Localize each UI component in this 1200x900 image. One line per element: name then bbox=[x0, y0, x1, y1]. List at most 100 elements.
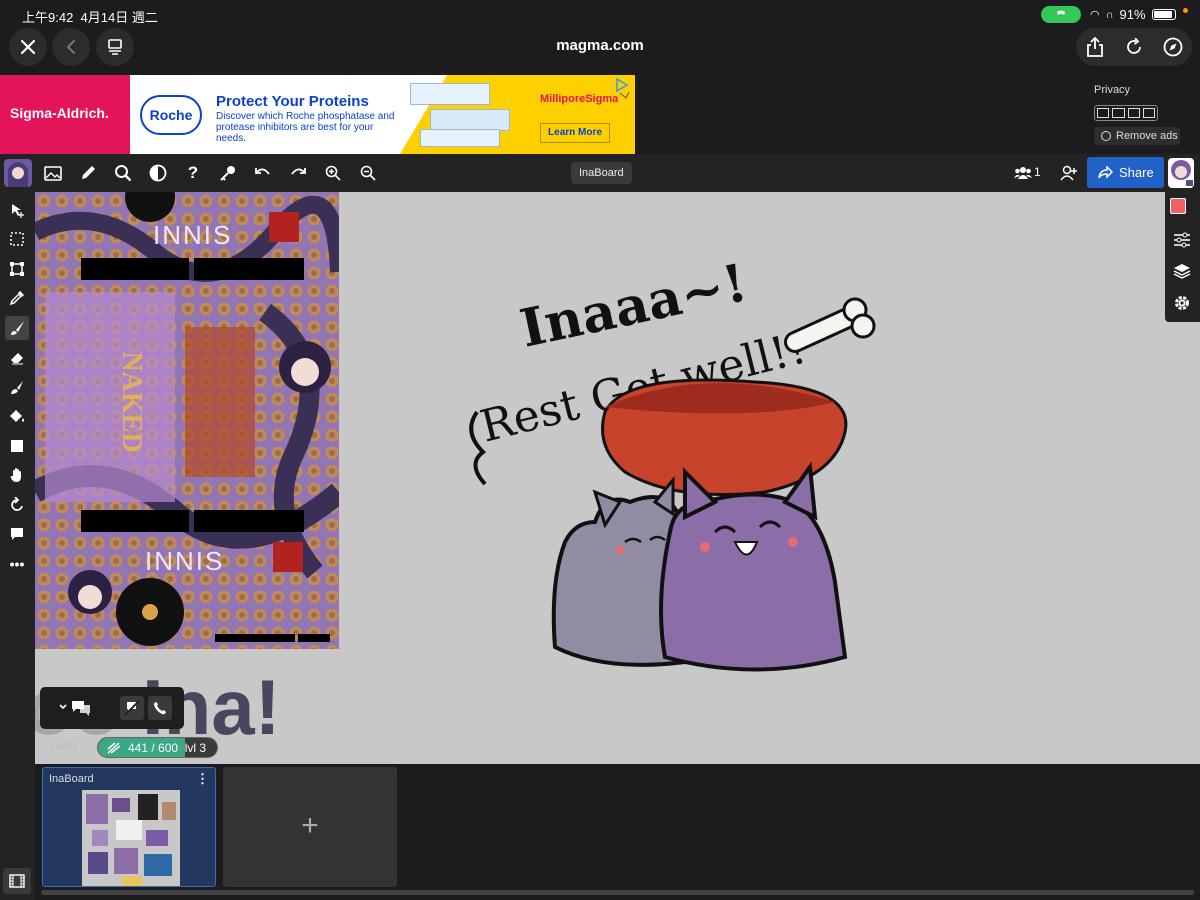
learn-more-button[interactable]: Learn More bbox=[540, 123, 610, 143]
privacy-label[interactable]: Privacy bbox=[1094, 84, 1130, 96]
share-page-button[interactable] bbox=[1076, 28, 1114, 66]
eyedropper-tool[interactable] bbox=[5, 286, 29, 310]
filmstrip-toggle-button[interactable] bbox=[3, 868, 31, 894]
brush-stroke-icon bbox=[107, 742, 121, 754]
eyedropper-icon bbox=[9, 290, 25, 306]
zoom-out-button[interactable] bbox=[356, 161, 380, 185]
product-package bbox=[430, 109, 510, 131]
invite-user-button[interactable] bbox=[1057, 161, 1081, 185]
move-arrow-icon bbox=[12, 204, 24, 218]
remove-ads-button[interactable]: Remove ads bbox=[1094, 127, 1180, 145]
board-card-name: InaBoard bbox=[49, 773, 94, 785]
status-indicators: ◠ ∩ 91% bbox=[1090, 7, 1176, 22]
hand-tool[interactable] bbox=[5, 463, 29, 487]
undo-button[interactable] bbox=[251, 161, 275, 185]
users-icon[interactable] bbox=[1014, 166, 1032, 180]
board-strip: InaBoard ⋮ + bbox=[35, 764, 1200, 900]
left-tool-panel: ••• bbox=[0, 192, 35, 900]
transform-tool[interactable] bbox=[5, 257, 29, 281]
redo-button[interactable] bbox=[286, 161, 310, 185]
share-button[interactable]: Share bbox=[1087, 157, 1164, 188]
comment-tool[interactable] bbox=[5, 522, 29, 546]
add-board-button[interactable]: + bbox=[223, 767, 397, 887]
adjustments-button[interactable] bbox=[1173, 232, 1191, 253]
settings-button[interactable] bbox=[1173, 294, 1191, 317]
share-label: Share bbox=[1119, 165, 1154, 180]
layers-button[interactable] bbox=[1173, 263, 1191, 284]
zoom-in-button[interactable] bbox=[321, 161, 345, 185]
reload-icon bbox=[1127, 38, 1141, 54]
search-icon bbox=[115, 165, 132, 182]
fill-tool[interactable] bbox=[5, 404, 29, 428]
redaction-bar bbox=[298, 634, 330, 642]
rotate-icon bbox=[11, 497, 23, 511]
phone-call-indicator[interactable] bbox=[1041, 6, 1081, 23]
board-card[interactable]: InaBoard ⋮ bbox=[42, 767, 216, 887]
search-button[interactable] bbox=[111, 161, 135, 185]
ad-layout-picker[interactable] bbox=[1094, 105, 1158, 121]
chat-controls-popup bbox=[40, 687, 184, 729]
eraser-tool[interactable] bbox=[5, 345, 29, 369]
image-tool-button[interactable] bbox=[41, 161, 65, 185]
poster-word-top: INNIS bbox=[153, 220, 232, 250]
selection-tool[interactable] bbox=[5, 227, 29, 251]
ipad-screen: 上午9:42 4月14日 週二 ◠ ∩ 91% magma.com Sigma-… bbox=[0, 0, 1200, 900]
drawing-canvas[interactable]: NAKED INNIS INNIS oo Ina! Inaaa~! Rest bbox=[35, 192, 1200, 764]
shape-tool[interactable] bbox=[5, 434, 29, 458]
magma-toolbar: ? InaBoard 1 Share bbox=[0, 154, 1200, 192]
poster-word-bottom: INNIS bbox=[145, 546, 224, 576]
call-button[interactable] bbox=[148, 696, 172, 720]
adjust-button[interactable] bbox=[146, 161, 170, 185]
user-count: 1 bbox=[1034, 165, 1041, 179]
contrast-icon bbox=[149, 164, 167, 182]
layers-icon bbox=[1173, 264, 1191, 279]
pencil-tool-button[interactable] bbox=[76, 161, 100, 185]
more-tools-button[interactable]: ••• bbox=[5, 552, 29, 576]
chat-toggle-button[interactable] bbox=[58, 699, 92, 722]
level-label: lvl 3 bbox=[184, 741, 207, 755]
marquee-icon bbox=[10, 232, 24, 246]
redaction-bar bbox=[194, 510, 304, 532]
user-avatar[interactable] bbox=[4, 159, 32, 187]
right-side-panel bbox=[1165, 192, 1200, 322]
svg-text:NAKED: NAKED bbox=[116, 351, 147, 452]
status-date: 4月14日 週二 bbox=[80, 10, 158, 25]
advertisement-banner[interactable]: Sigma-Aldrich. Roche Protect Your Protei… bbox=[0, 75, 635, 154]
move-tool[interactable] bbox=[5, 198, 29, 222]
brush-tool[interactable] bbox=[5, 316, 29, 340]
milliporesigma-logo: MilliporeSigma bbox=[540, 93, 619, 105]
board-name-chip[interactable]: InaBoard bbox=[571, 162, 632, 184]
product-package bbox=[420, 129, 500, 147]
roche-logo: Roche bbox=[140, 95, 202, 135]
film-icon bbox=[9, 874, 25, 888]
zoom-indicator[interactable]: ⌕ 164% bbox=[40, 741, 77, 754]
page-url-title[interactable]: magma.com bbox=[0, 37, 1200, 54]
board-strip-scrollbar[interactable] bbox=[41, 890, 1194, 895]
browser-actions-group bbox=[1076, 28, 1192, 66]
compass-button[interactable] bbox=[1154, 28, 1192, 66]
share-icon bbox=[1087, 37, 1103, 57]
eraser-icon bbox=[11, 353, 23, 365]
reload-button[interactable] bbox=[1115, 28, 1153, 66]
key-button[interactable] bbox=[216, 161, 240, 185]
board-thumbnail bbox=[82, 790, 180, 886]
image-icon bbox=[44, 165, 62, 181]
adchoices-icon[interactable] bbox=[614, 77, 632, 99]
hand-icon bbox=[10, 468, 21, 482]
smudge-brush-icon bbox=[11, 381, 23, 394]
help-button[interactable]: ? bbox=[181, 161, 205, 185]
smudge-tool[interactable] bbox=[5, 375, 29, 399]
rotate-tool[interactable] bbox=[5, 493, 29, 517]
voice-mute-button[interactable] bbox=[120, 696, 144, 720]
profile-avatar[interactable] bbox=[1168, 158, 1194, 188]
transform-icon bbox=[10, 262, 24, 276]
product-package bbox=[410, 83, 490, 105]
board-menu-icon[interactable]: ⋮ bbox=[196, 771, 209, 787]
key-icon bbox=[220, 166, 235, 181]
square-icon bbox=[11, 440, 23, 452]
status-bar: 上午9:42 4月14日 週二 ◠ ∩ 91% bbox=[0, 0, 1200, 28]
storage-progress[interactable]: 441 / 600 lvl 3 bbox=[97, 737, 218, 758]
redaction-bar bbox=[194, 258, 304, 280]
compass-icon bbox=[1163, 37, 1183, 57]
primary-color-swatch[interactable] bbox=[1170, 198, 1186, 214]
